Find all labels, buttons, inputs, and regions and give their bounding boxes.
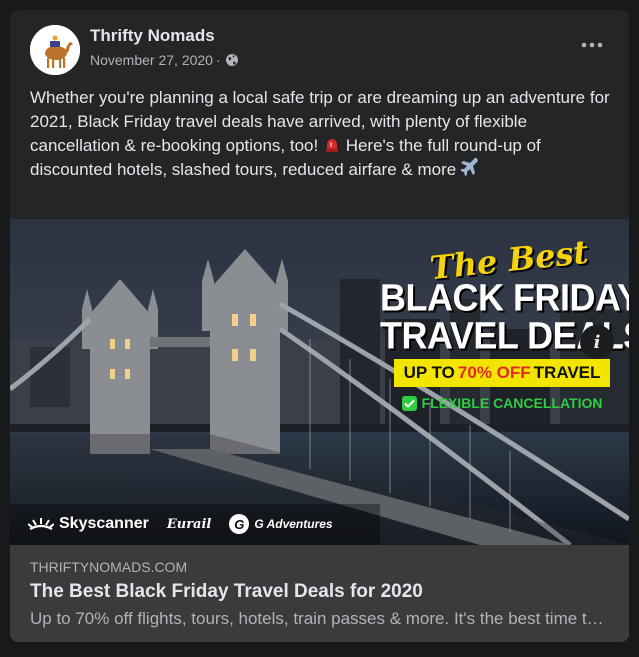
discount-badge: UP TO 70% OFF TRAVEL	[394, 359, 610, 387]
camel-logo-icon	[30, 25, 80, 75]
siren-icon	[325, 139, 339, 152]
post-meta: November 27, 2020 ·	[90, 52, 239, 68]
banner-line-1: BLACK FRIDAY	[380, 275, 629, 319]
badge-pre: UP TO	[403, 363, 455, 382]
meta-separator: ·	[215, 52, 221, 68]
post-card: Thrifty Nomads November 27, 2020 · Wheth…	[10, 10, 629, 642]
link-preview[interactable]: THRIFTYNOMADS.COM The Best Black Friday …	[10, 545, 629, 642]
link-preview-image[interactable]: The Best BLACK FRIDAY TRAVEL DEALS UP TO…	[10, 219, 629, 545]
g-adventures-logo: G G Adventures	[229, 514, 333, 534]
skyscanner-text: Skyscanner	[59, 515, 149, 532]
post-header: Thrifty Nomads November 27, 2020 ·	[10, 10, 629, 82]
eurail-text: Eurail	[166, 516, 212, 532]
airplane-icon	[460, 158, 478, 176]
post-text: Whether you're planning a local safe tri…	[30, 86, 614, 182]
eurail-logo: Eurail	[167, 517, 212, 532]
g-adventures-mark: G	[229, 514, 250, 534]
link-domain: THRIFTYNOMADS.COM	[30, 559, 188, 575]
badge-accent: 70% OFF	[457, 363, 531, 382]
info-button[interactable]: i	[580, 325, 614, 359]
badge-post: TRAVEL	[533, 363, 601, 382]
link-title[interactable]: The Best Black Friday Travel Deals for 2…	[30, 581, 423, 603]
flexible-cancellation: FLEXIBLE CANCELLATION	[394, 392, 610, 414]
skyscanner-sun-icon	[28, 518, 54, 530]
g-adventures-text: G Adventures	[254, 517, 333, 531]
page-avatar[interactable]	[30, 25, 80, 75]
flexible-text: FLEXIBLE CANCELLATION	[421, 395, 603, 411]
partner-logos: Skyscanner Eurail G G Adventures	[28, 511, 333, 537]
page-name[interactable]: Thrifty Nomads	[90, 26, 215, 46]
skyscanner-logo: Skyscanner	[28, 515, 149, 533]
post-date[interactable]: November 27, 2020	[90, 52, 213, 68]
checkmark-icon	[401, 395, 417, 411]
link-description: Up to 70% off flights, tours, hotels, tr…	[30, 609, 610, 628]
more-options-button[interactable]	[576, 34, 608, 56]
more-options-icon	[581, 42, 603, 48]
globe-icon[interactable]	[225, 53, 239, 67]
